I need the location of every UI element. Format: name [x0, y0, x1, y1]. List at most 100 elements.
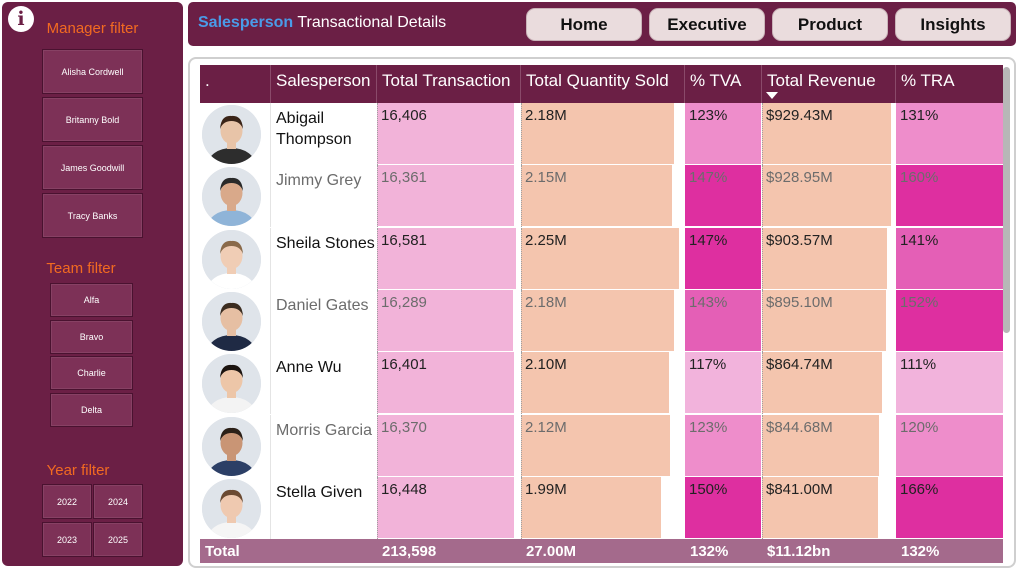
tra-cell: 111%	[896, 352, 1003, 414]
column-divider	[377, 352, 378, 415]
quantity-cell: 2.15M	[521, 165, 685, 228]
column-header-salesperson[interactable]: Salesperson	[271, 65, 377, 103]
nav-insights-button[interactable]: Insights	[895, 8, 1011, 41]
table-row[interactable]: Jimmy Grey 16,361 2.15M 147% $928.95M 160%	[200, 165, 1003, 228]
column-divider	[762, 414, 763, 477]
sort-descending-icon	[766, 92, 778, 99]
avatar-cell	[200, 352, 271, 415]
revenue-value: $895.10M	[766, 293, 833, 311]
transaction-cell: 16,289	[377, 289, 521, 352]
tva-cell: 147%	[685, 165, 762, 227]
quantity-cell: 2.18M	[521, 103, 685, 165]
table-row[interactable]: Stella Given 16,448 1.99M 150% $841.00M 166%	[200, 476, 1003, 539]
column-divider	[521, 414, 522, 477]
year-option-2024[interactable]: 2024	[93, 484, 143, 519]
nav-home-button[interactable]: Home	[526, 8, 642, 41]
year-option-2022[interactable]: 2022	[42, 484, 92, 519]
table-scrollbar[interactable]	[1003, 63, 1010, 563]
team-option-delta[interactable]: Delta	[50, 393, 133, 427]
avatar	[202, 105, 261, 164]
table-row[interactable]: Abigail Thompson 16,406 2.18M 123% $929.43M 1…	[200, 103, 1003, 165]
avatar-cell	[200, 103, 271, 165]
scrollbar-thumb[interactable]	[1003, 67, 1010, 333]
year-option-2025[interactable]: 2025	[93, 522, 143, 557]
manager-option-alisha-cordwell[interactable]: Alisha Cordwell	[42, 49, 143, 94]
team-option-bravo[interactable]: Bravo	[50, 320, 133, 354]
column-divider	[521, 352, 522, 415]
team-option-charlie[interactable]: Charlie	[50, 356, 133, 390]
transaction-cell: 16,581	[377, 227, 521, 290]
tva-value: 123%	[689, 107, 728, 124]
column-divider	[521, 227, 522, 290]
tva-value: 147%	[689, 169, 728, 187]
column-header-total-revenue-label: Total Revenue	[767, 71, 876, 90]
column-header-tva[interactable]: % TVA	[685, 65, 762, 103]
column-divider	[377, 103, 378, 165]
column-header-total-revenue[interactable]: Total Revenue	[762, 65, 896, 103]
transaction-cell: 16,370	[377, 414, 521, 477]
revenue-value: $928.95M	[766, 169, 833, 187]
manager-option-britanny-bold[interactable]: Britanny Bold	[42, 97, 143, 142]
tra-value: 152%	[900, 293, 939, 311]
quantity-value: 2.15M	[525, 169, 567, 187]
tra-cell: 131%	[896, 103, 1003, 165]
revenue-cell: $895.10M	[762, 289, 896, 352]
manager-filter-title: Manager filter	[46, 20, 139, 37]
revenue-value: $903.57M	[766, 231, 833, 249]
tva-cell: 147%	[685, 227, 762, 290]
table-row[interactable]: Morris Garcia 16,370 2.12M 123% $844.68M 120%	[200, 414, 1003, 477]
transaction-cell: 16,401	[377, 352, 521, 415]
quantity-cell: 1.99M	[521, 476, 685, 539]
total-transaction: 213,598	[382, 543, 437, 560]
revenue-cell: $844.68M	[762, 414, 896, 477]
tra-value: 166%	[900, 480, 939, 498]
revenue-value: $929.43M	[766, 107, 833, 124]
column-header-total-quantity-sold[interactable]: Total Quantity Sold	[521, 65, 685, 103]
nav-product-button[interactable]: Product	[772, 8, 888, 41]
avatar-cell	[200, 165, 271, 228]
page-header: Salesperson Transactional Details Home E…	[188, 2, 1016, 46]
revenue-cell: $929.43M	[762, 103, 896, 165]
salesperson-name: Jimmy Grey	[276, 172, 362, 190]
team-option-alfa[interactable]: Alfa	[50, 283, 133, 317]
quantity-cell: 2.12M	[521, 414, 685, 477]
table-row[interactable]: Daniel Gates 16,289 2.18M 143% $895.10M 152%	[200, 289, 1003, 352]
column-divider	[377, 289, 378, 352]
column-divider	[762, 289, 763, 352]
table-total-row: Total 213,598 27.00M 132% $11.12bn 132%	[200, 539, 1003, 563]
avatar	[202, 354, 261, 414]
column-header-photo[interactable]: .	[200, 65, 271, 103]
table-row[interactable]: Sheila Stones 16,581 2.25M 147% $903.57M 141%	[200, 227, 1003, 290]
filter-sidebar: i Manager filter Alisha Cordwell Britann…	[2, 2, 183, 566]
page-title: Salesperson Transactional Details	[198, 14, 446, 32]
tra-cell: 166%	[896, 476, 1003, 539]
transaction-value: 16,448	[381, 480, 427, 498]
avatar	[202, 416, 261, 476]
quantity-value: 2.12M	[525, 418, 567, 436]
tva-cell: 150%	[685, 476, 762, 539]
transaction-value: 16,401	[381, 356, 427, 374]
page-title-rest: Transactional Details	[297, 14, 447, 31]
manager-option-james-goodwill[interactable]: James Goodwill	[42, 145, 143, 190]
manager-option-tracy-banks[interactable]: Tracy Banks	[42, 193, 143, 238]
quantity-value: 1.99M	[525, 480, 567, 498]
revenue-value: $864.74M	[766, 356, 833, 374]
table-row[interactable]: Anne Wu 16,401 2.10M 117% $864.74M 111%	[200, 352, 1003, 415]
column-header-total-transaction[interactable]: Total Transaction	[377, 65, 521, 103]
transaction-cell: 16,406	[377, 103, 521, 165]
salesperson-name: Abigail Thompson	[276, 110, 352, 148]
year-option-2023[interactable]: 2023	[42, 522, 92, 557]
salesperson-table-panel: . Salesperson Total Transaction Total Qu…	[188, 57, 1016, 568]
column-divider	[377, 227, 378, 290]
nav-executive-button[interactable]: Executive	[649, 8, 765, 41]
table-header-row: . Salesperson Total Transaction Total Qu…	[200, 65, 1003, 103]
column-divider	[377, 476, 378, 539]
transaction-value: 16,361	[381, 169, 427, 187]
quantity-value: 2.25M	[525, 231, 567, 249]
quantity-cell: 2.10M	[521, 352, 685, 415]
tra-cell: 160%	[896, 165, 1003, 227]
tva-value: 117%	[689, 356, 727, 374]
transaction-value: 16,289	[381, 293, 427, 311]
transaction-cell: 16,361	[377, 165, 521, 228]
column-header-tra[interactable]: % TRA	[896, 65, 1003, 103]
